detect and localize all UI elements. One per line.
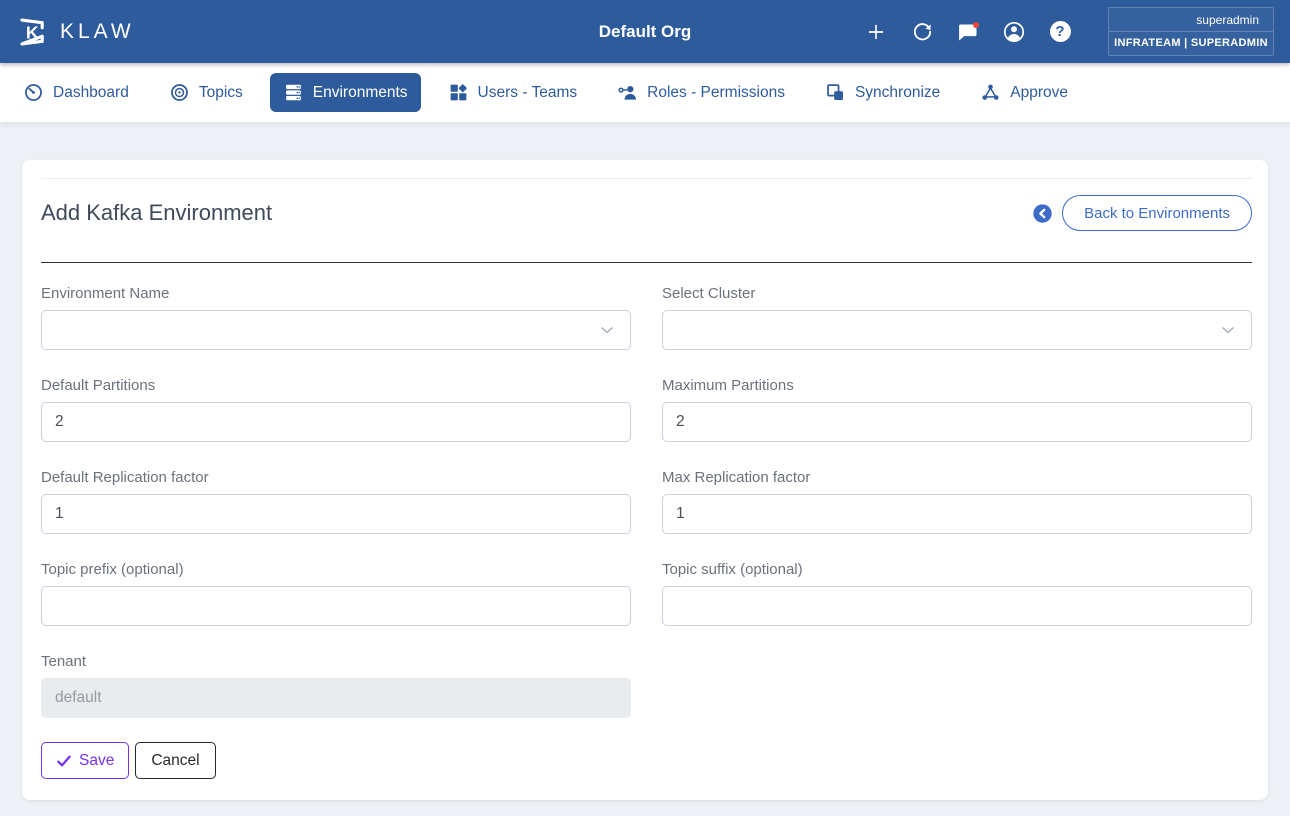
nav-item-roles-permissions[interactable]: Roles - Permissions	[604, 73, 798, 112]
cancel-button[interactable]: Cancel	[135, 742, 216, 779]
chat-icon	[959, 21, 979, 40]
help-button[interactable]: ?	[1048, 20, 1072, 44]
title-divider	[41, 262, 1252, 263]
topic-suffix-label: Topic suffix (optional)	[662, 561, 803, 578]
select-cluster-select[interactable]	[662, 310, 1252, 350]
environment-name-select[interactable]	[41, 310, 631, 350]
field-topic-suffix: Topic suffix (optional)	[662, 560, 1252, 626]
roles-permissions-icon	[618, 86, 637, 100]
default-partitions-input[interactable]	[41, 402, 631, 442]
header-actions: ? superadmin INFRATEAM | SUPERADMIN	[864, 7, 1274, 56]
topic-prefix-label: Topic prefix (optional)	[41, 561, 184, 578]
environments-icon	[285, 84, 301, 101]
app-header: K KLAW Default Org ? superadmin INFRATEA…	[0, 0, 1290, 63]
field-topic-prefix: Topic prefix (optional)	[41, 560, 631, 626]
users-teams-icon	[450, 84, 467, 101]
nav-label: Environments	[312, 83, 408, 101]
nav-label: Synchronize	[854, 83, 941, 101]
save-button[interactable]: Save	[41, 742, 130, 779]
field-default-replication-factor: Default Replication factor	[41, 468, 631, 534]
app-logo[interactable]: K KLAW	[16, 15, 135, 49]
card-top-rule	[41, 178, 1252, 179]
topic-prefix-input[interactable]	[41, 586, 631, 626]
field-environment-name: Environment Name	[41, 284, 631, 350]
select-cluster-label: Select Cluster	[662, 285, 756, 302]
save-label: Save	[79, 751, 115, 769]
nav-label: Approve	[1010, 83, 1068, 101]
default-replication-factor-label: Default Replication factor	[41, 469, 209, 486]
nav-item-approve[interactable]: Approve	[967, 73, 1081, 112]
logo-text: KLAW	[60, 19, 135, 43]
field-select-cluster: Select Cluster	[662, 284, 1252, 350]
tenant-input	[41, 678, 631, 718]
account-icon	[1003, 21, 1025, 42]
default-replication-factor-input[interactable]	[41, 494, 631, 534]
default-partitions-label: Default Partitions	[41, 377, 156, 394]
field-max-replication-factor: Max Replication factor	[662, 468, 1252, 534]
nav-item-topics[interactable]: Topics	[156, 73, 256, 112]
approve-icon	[982, 84, 999, 100]
refresh-icon	[913, 23, 931, 41]
tenant-label: Tenant	[41, 653, 87, 670]
check-icon	[57, 755, 71, 766]
field-maximum-partitions: Maximum Partitions	[662, 376, 1252, 442]
user-info[interactable]: superadmin INFRATEAM | SUPERADMIN	[1108, 7, 1274, 56]
back-arrow-circle-icon[interactable]	[1032, 203, 1053, 224]
nav-item-users-teams[interactable]: Users - Teams	[435, 73, 591, 112]
nav-label: Dashboard	[53, 83, 129, 101]
plus-icon	[868, 24, 884, 39]
max-replication-factor-input[interactable]	[662, 494, 1252, 534]
nav-label: Users - Teams	[477, 83, 578, 101]
user-name: superadmin	[1109, 8, 1273, 32]
add-button[interactable]	[864, 20, 888, 44]
topic-suffix-input[interactable]	[662, 586, 1252, 626]
synchronize-icon	[827, 84, 843, 100]
nav-item-synchronize[interactable]: Synchronize	[812, 73, 953, 112]
dashboard-icon	[25, 84, 42, 101]
field-default-partitions: Default Partitions	[41, 376, 631, 442]
nav-item-dashboard[interactable]: Dashboard	[10, 73, 142, 112]
nav-label: Roles - Permissions	[647, 83, 785, 101]
maximum-partitions-label: Maximum Partitions	[662, 377, 794, 394]
help-icon: ?	[1049, 21, 1071, 42]
back-to-environments-button[interactable]: Back to Environments	[1062, 195, 1252, 231]
form-actions: Save Cancel	[41, 742, 1252, 779]
back-group: Back to Environments	[1032, 195, 1252, 231]
main-content: Add Kafka Environment Back to Environmen…	[0, 123, 1290, 800]
account-button[interactable]	[1002, 20, 1026, 44]
environment-name-label: Environment Name	[41, 285, 170, 302]
form-card: Add Kafka Environment Back to Environmen…	[22, 160, 1268, 800]
klaw-logo-icon: K	[16, 15, 50, 49]
notifications-button[interactable]	[956, 20, 980, 44]
page-title: Add Kafka Environment	[41, 200, 273, 225]
notification-dot	[973, 21, 979, 28]
environment-form: Environment Name Select Cluster Default …	[41, 284, 1252, 744]
svg-text:K: K	[26, 22, 39, 42]
nav-item-environments[interactable]: Environments	[269, 73, 421, 112]
nav-label: Topics	[198, 83, 243, 101]
main-nav: Dashboard Topics Environments Users - Te…	[0, 63, 1290, 123]
topics-icon	[170, 84, 188, 101]
user-team-role: INFRATEAM | SUPERADMIN	[1114, 37, 1268, 49]
chevron-down-icon	[1222, 327, 1234, 334]
field-tenant: Tenant	[41, 652, 631, 718]
chevron-down-icon	[601, 327, 613, 334]
maximum-partitions-input[interactable]	[662, 402, 1252, 442]
max-replication-factor-label: Max Replication factor	[662, 469, 811, 486]
refresh-button[interactable]	[910, 20, 934, 44]
